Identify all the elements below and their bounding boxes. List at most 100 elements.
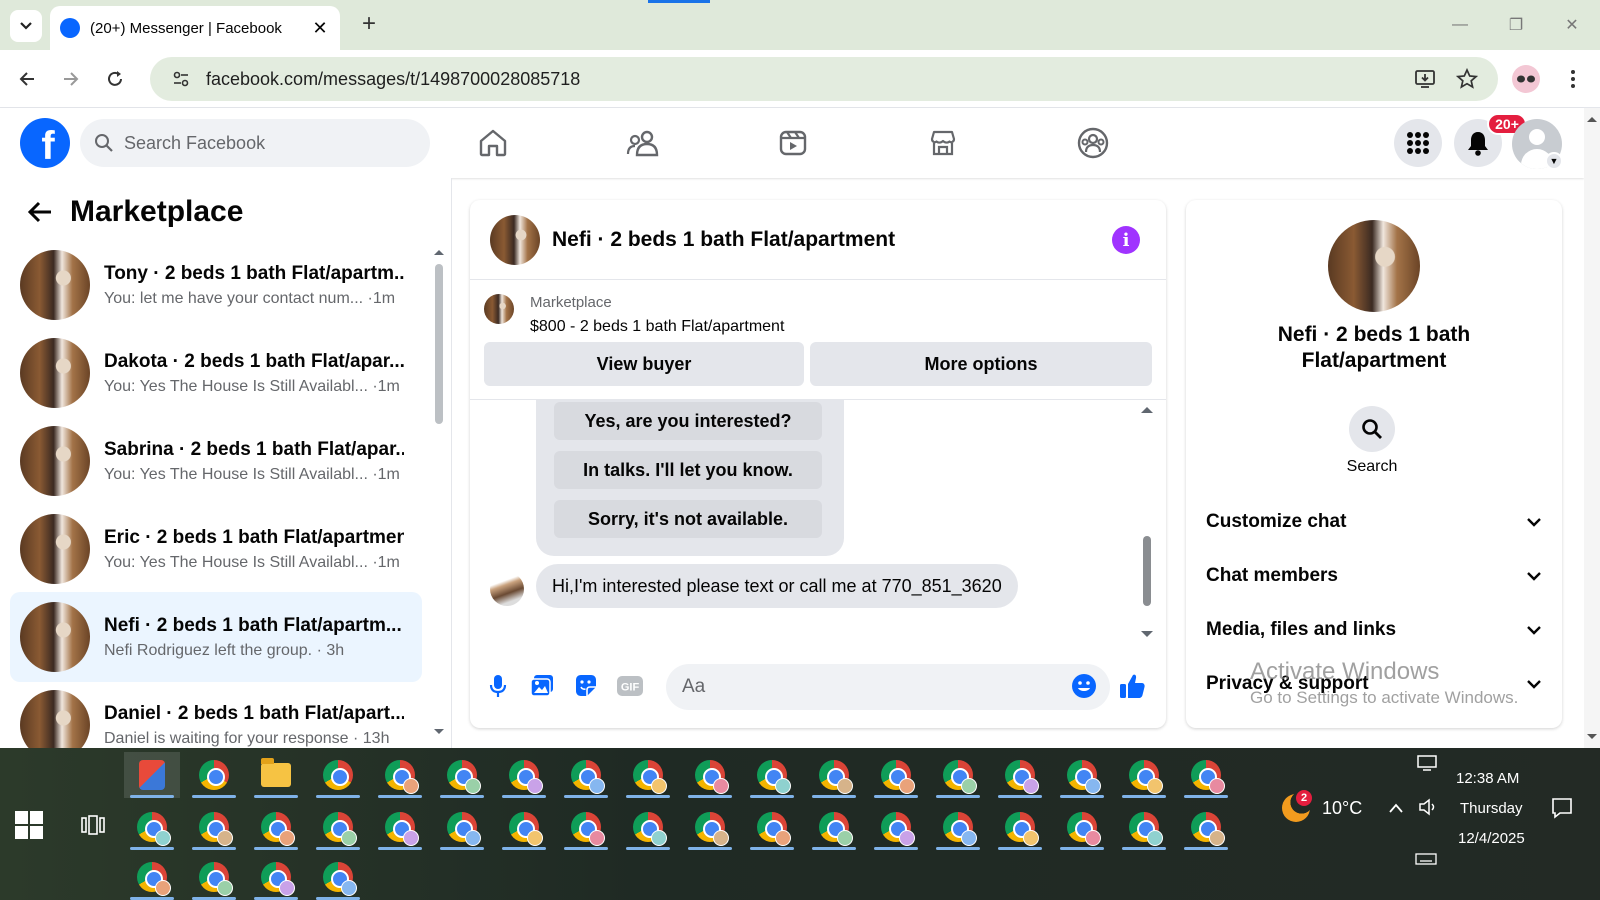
- taskbar-app-snipping-tool[interactable]: [124, 752, 180, 798]
- chevron-up-icon[interactable]: [1388, 802, 1404, 814]
- browser-menu-button[interactable]: [1556, 62, 1590, 96]
- taskbar-app-chrome[interactable]: [992, 752, 1048, 798]
- scrollbar-thumb[interactable]: [435, 264, 443, 424]
- quick-reply-not-available[interactable]: Sorry, it's not available.: [554, 500, 822, 538]
- taskbar-app-chrome[interactable]: [558, 752, 614, 798]
- network-icon[interactable]: [1416, 754, 1438, 772]
- gif-icon[interactable]: GIF: [612, 668, 648, 704]
- windows-start-icon[interactable]: [14, 810, 44, 840]
- site-info-icon[interactable]: [170, 68, 192, 90]
- close-window-icon[interactable]: ✕: [1544, 0, 1600, 50]
- chat-item-dakota[interactable]: Dakota · 2 beds 1 bath Flat/apar... You:…: [10, 328, 422, 418]
- chat-item-nefi[interactable]: Nefi · 2 beds 1 bath Flat/apartm... Nefi…: [10, 592, 422, 682]
- taskbar-app-chrome[interactable]: [1116, 804, 1172, 850]
- facebook-logo-icon[interactable]: f: [20, 118, 70, 168]
- section-media-files-links[interactable]: Media, files and links: [1206, 610, 1542, 650]
- taskbar-app-chrome[interactable]: [682, 752, 738, 798]
- taskbar-app-chrome[interactable]: [310, 854, 366, 900]
- listing-title[interactable]: $800 - 2 beds 1 bath Flat/apartment: [530, 318, 784, 336]
- taskbar-app-chrome[interactable]: [372, 752, 428, 798]
- facebook-search-input[interactable]: [124, 132, 414, 154]
- message-input[interactable]: [666, 664, 1110, 710]
- reload-button[interactable]: [98, 62, 132, 96]
- scroll-down-icon[interactable]: [1584, 732, 1600, 742]
- scroll-up-icon[interactable]: [1584, 114, 1600, 124]
- close-tab-icon[interactable]: ✕: [310, 18, 330, 39]
- taskbar-app-chrome[interactable]: [620, 752, 676, 798]
- microphone-icon[interactable]: [480, 668, 516, 704]
- taskbar-app-chrome[interactable]: [806, 804, 862, 850]
- taskbar-app-chrome[interactable]: [1054, 752, 1110, 798]
- clock-day[interactable]: Thursday: [1460, 800, 1523, 817]
- taskbar-app-chrome[interactable]: [310, 752, 366, 798]
- taskbar-app-chrome[interactable]: [434, 804, 490, 850]
- info-icon[interactable]: i: [1112, 226, 1140, 254]
- taskbar-app-chrome[interactable]: [744, 804, 800, 850]
- photo-icon[interactable]: [524, 668, 560, 704]
- facebook-search[interactable]: [80, 119, 430, 167]
- conversation-avatar[interactable]: [490, 214, 540, 265]
- speaker-icon[interactable]: [1418, 798, 1438, 816]
- browser-profile-avatar[interactable]: [1512, 65, 1540, 93]
- sender-avatar[interactable]: [490, 572, 524, 606]
- search-conversation-button[interactable]: [1349, 406, 1395, 452]
- section-privacy-support[interactable]: Privacy & support: [1206, 664, 1542, 704]
- chat-item-tony[interactable]: Tony · 2 beds 1 bath Flat/apartm... You:…: [10, 240, 422, 330]
- message-scrollbar[interactable]: [1140, 400, 1154, 640]
- taskbar-app-chrome[interactable]: [868, 752, 924, 798]
- taskbar-app-chrome[interactable]: [434, 752, 490, 798]
- quick-reply-yes[interactable]: Yes, are you interested?: [554, 402, 822, 440]
- restore-icon[interactable]: ❐: [1488, 0, 1544, 50]
- minimize-icon[interactable]: —: [1432, 0, 1488, 50]
- quick-reply-in-talks[interactable]: In talks. I'll let you know.: [554, 451, 822, 489]
- chat-item-eric[interactable]: Eric · 2 beds 1 bath Flat/apartment You:…: [10, 504, 422, 594]
- bookmark-button[interactable]: [1450, 62, 1484, 96]
- taskbar-app-chrome[interactable]: [124, 854, 180, 900]
- details-avatar[interactable]: [1328, 220, 1420, 312]
- taskbar-app-chrome[interactable]: [620, 804, 676, 850]
- new-tab-button[interactable]: +: [355, 10, 383, 38]
- taskbar-app-chrome[interactable]: [930, 752, 986, 798]
- taskbar-app-chrome[interactable]: [992, 804, 1048, 850]
- taskbar-app-chrome[interactable]: [496, 752, 552, 798]
- nav-groups[interactable]: [1072, 122, 1114, 164]
- scroll-up-icon[interactable]: [433, 248, 445, 256]
- taskbar-app-chrome[interactable]: [558, 804, 614, 850]
- conversation-title[interactable]: Nefi · 2 beds 1 bath Flat/apartment: [552, 228, 895, 252]
- taskbar-app-chrome[interactable]: [1116, 752, 1172, 798]
- taskbar-app-chrome[interactable]: [186, 752, 242, 798]
- taskbar-app-chrome[interactable]: [248, 854, 304, 900]
- clock-time[interactable]: 12:38 AM: [1456, 770, 1519, 787]
- task-view-icon[interactable]: [76, 808, 110, 842]
- emoji-icon[interactable]: [1066, 668, 1102, 704]
- install-app-button[interactable]: [1408, 62, 1442, 96]
- tab-search-button[interactable]: [10, 10, 42, 42]
- taskbar-app-chrome[interactable]: [806, 752, 862, 798]
- taskbar-app-chrome[interactable]: [372, 804, 428, 850]
- chat-list-scrollbar[interactable]: [432, 248, 444, 738]
- nav-video[interactable]: [772, 122, 814, 164]
- taskbar-app-chrome[interactable]: [248, 804, 304, 850]
- chat-item-sabrina[interactable]: Sabrina · 2 beds 1 bath Flat/apar... You…: [10, 416, 422, 506]
- temperature[interactable]: 10°C: [1322, 798, 1362, 819]
- view-buyer-button[interactable]: View buyer: [484, 342, 804, 386]
- taskbar-app-chrome[interactable]: [310, 804, 366, 850]
- thumbs-up-icon[interactable]: [1114, 668, 1150, 704]
- more-options-button[interactable]: More options: [810, 342, 1152, 386]
- taskbar-app-chrome[interactable]: [930, 804, 986, 850]
- forward-button[interactable]: [54, 62, 88, 96]
- browser-tab-messenger[interactable]: (20+) Messenger | Facebook ✕: [50, 6, 340, 50]
- account-chevron-icon[interactable]: ▼: [1545, 152, 1563, 170]
- page-scrollbar[interactable]: [1584, 108, 1600, 748]
- address-bar[interactable]: facebook.com/messages/t/1498700028085718: [150, 57, 1498, 101]
- taskbar-app-chrome[interactable]: [496, 804, 552, 850]
- section-customize-chat[interactable]: Customize chat: [1206, 502, 1542, 542]
- scroll-down-icon[interactable]: [433, 728, 445, 736]
- back-button[interactable]: [10, 62, 44, 96]
- chat-item-daniel[interactable]: Daniel · 2 beds 1 bath Flat/apart... Dan…: [10, 680, 422, 748]
- notification-center-icon[interactable]: [1550, 796, 1574, 820]
- taskbar-app-chrome[interactable]: [682, 804, 738, 850]
- scroll-down-icon[interactable]: [1140, 630, 1154, 638]
- taskbar-app-chrome[interactable]: [868, 804, 924, 850]
- taskbar-app-file-explorer[interactable]: [248, 752, 304, 798]
